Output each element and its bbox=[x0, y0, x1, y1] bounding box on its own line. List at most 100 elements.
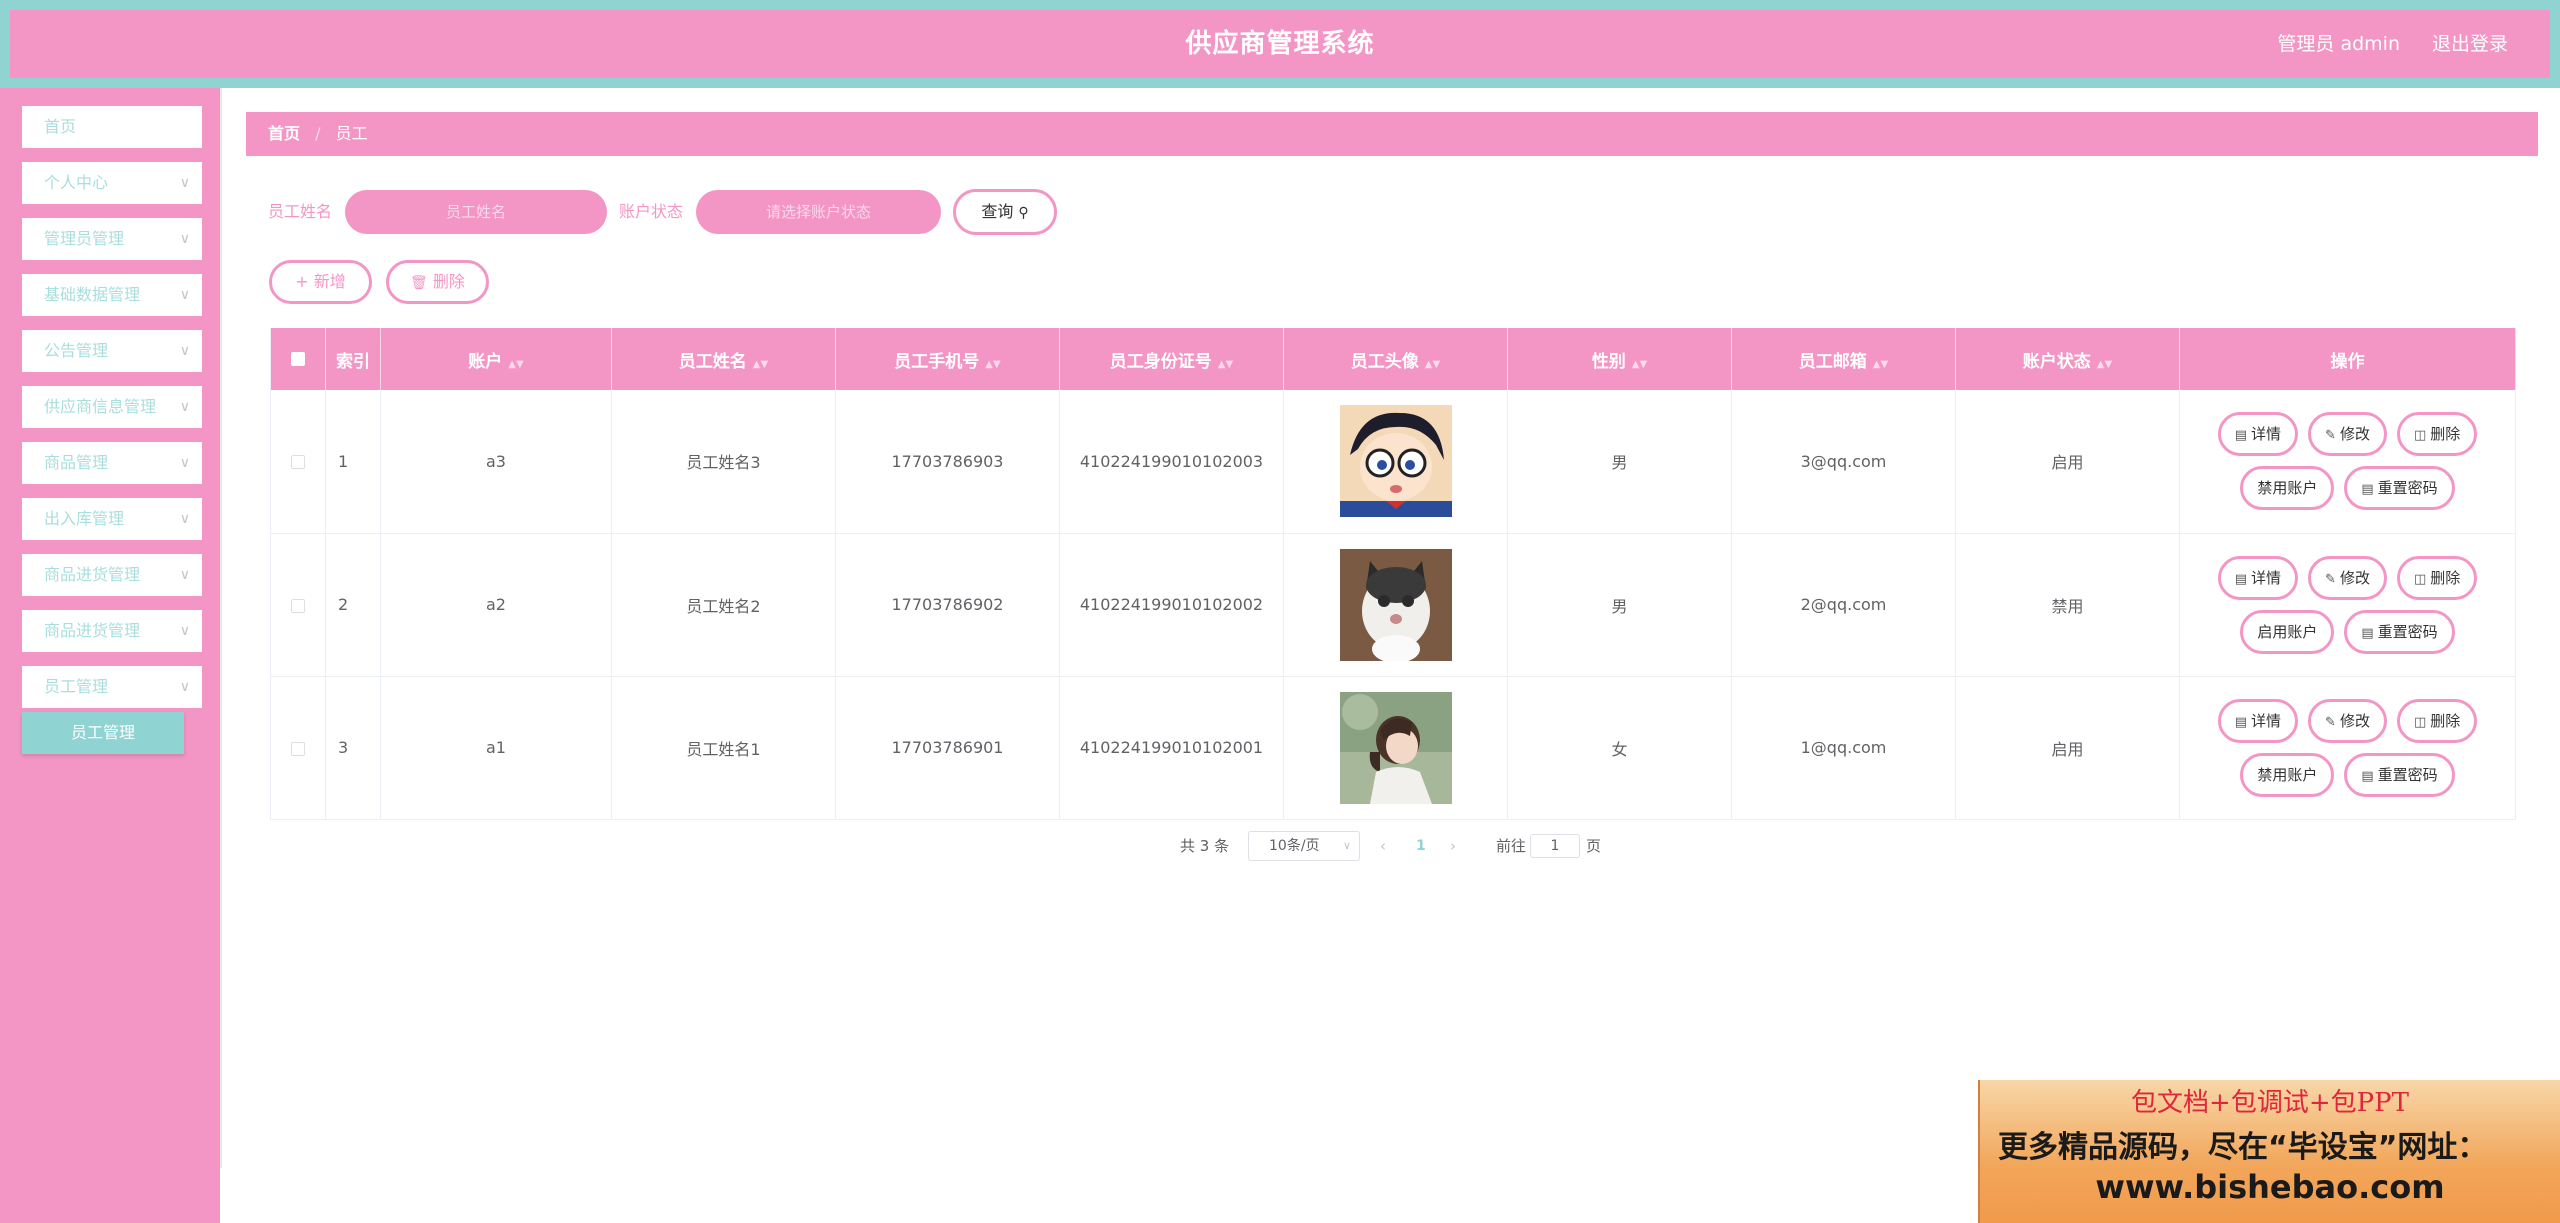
sort-icon[interactable]: ▲▼ bbox=[985, 359, 1000, 370]
banner-url[interactable]: www.bishebao.com bbox=[1980, 1168, 2560, 1206]
column-header[interactable]: 员工身份证号 ▲▼ bbox=[1059, 328, 1284, 390]
document-icon: ▤ bbox=[2361, 768, 2374, 784]
prev-page-button[interactable]: ‹ bbox=[1380, 830, 1386, 862]
sidebar-item[interactable]: 商品管理 ∨ bbox=[22, 442, 202, 484]
delete-button[interactable]: ◫ 删除 bbox=[2396, 412, 2478, 457]
sidebar-item[interactable]: 个人中心 ∨ bbox=[22, 162, 202, 204]
reset-password-button[interactable]: ▤ 重置密码 bbox=[2344, 609, 2455, 654]
table-header-row: 索引 账户 ▲▼ 员工姓名 ▲▼ 员工手机号 ▲▼ 员工身份证号 ▲▼ 员工头像 ▲▼ 性… bbox=[270, 328, 2516, 390]
cell-email: 2@qq.com bbox=[1731, 533, 1956, 677]
column-header[interactable]: 员工邮箱 ▲▼ bbox=[1731, 328, 1956, 390]
reset-password-button[interactable]: ▤ 重置密码 bbox=[2344, 466, 2455, 511]
sort-icon[interactable]: ▲▼ bbox=[1873, 359, 1888, 370]
search-icon: ⚲ bbox=[1018, 205, 1029, 221]
banner-line2: 更多精品源码，尽在“毕设宝”网址： bbox=[1998, 1130, 2488, 1165]
column-header[interactable]: 员工手机号 ▲▼ bbox=[835, 328, 1060, 390]
goto-page-input[interactable]: 1 bbox=[1530, 834, 1580, 858]
sidebar-item-label: 供应商信息管理 bbox=[44, 397, 157, 416]
sort-icon[interactable]: ▲▼ bbox=[753, 359, 768, 370]
toggle-account-button[interactable]: 禁用账户 bbox=[2240, 466, 2335, 511]
cell-operations: ▤ 详情 ✎ 修改 ◫ 删除启用账户 ▤ 重置密码 bbox=[2179, 533, 2516, 677]
sort-icon[interactable]: ▲▼ bbox=[1218, 359, 1233, 370]
page-number[interactable]: 1 bbox=[1416, 830, 1426, 862]
row-select-cell[interactable] bbox=[270, 390, 326, 534]
trash-icon: ◫ bbox=[2413, 571, 2427, 587]
edit-button-label: 修改 bbox=[2339, 568, 2370, 587]
detail-button[interactable]: ▤ 详情 bbox=[2217, 555, 2299, 600]
cell-avatar bbox=[1283, 390, 1508, 534]
edit-button[interactable]: ✎ 修改 bbox=[2308, 698, 2387, 743]
sidebar-item[interactable]: 基础数据管理 ∨ bbox=[22, 274, 202, 316]
row-checkbox[interactable] bbox=[291, 741, 305, 756]
sidebar-item[interactable]: 管理员管理 ∨ bbox=[22, 218, 202, 260]
name-search-input[interactable] bbox=[345, 190, 607, 234]
header: 供应商管理系统 管理员 admin 退出登录 bbox=[10, 10, 2550, 78]
row-checkbox[interactable] bbox=[291, 598, 305, 613]
avatar[interactable] bbox=[1339, 548, 1452, 661]
detail-button[interactable]: ▤ 详情 bbox=[2217, 698, 2299, 743]
chevron-down-icon: ∨ bbox=[179, 623, 190, 639]
delete-button-label: 删除 bbox=[2430, 425, 2461, 444]
sidebar-item-label: 出入库管理 bbox=[44, 509, 125, 528]
sort-icon[interactable]: ▲▼ bbox=[1632, 359, 1647, 370]
select-all-header[interactable] bbox=[270, 328, 326, 390]
column-header[interactable]: 员工姓名 ▲▼ bbox=[611, 328, 836, 390]
detail-button-label: 详情 bbox=[2251, 711, 2282, 730]
sidebar-item-label: 员工管理 bbox=[44, 677, 109, 696]
status-select[interactable]: 请选择账户状态 bbox=[696, 190, 941, 234]
submenu-item-employee[interactable]: 员工管理 bbox=[22, 712, 184, 754]
toggle-account-button[interactable]: 启用账户 bbox=[2240, 609, 2335, 654]
sidebar-item[interactable]: 公告管理 ∨ bbox=[22, 330, 202, 372]
avatar[interactable] bbox=[1339, 691, 1452, 804]
cell-gender: 女 bbox=[1507, 676, 1732, 820]
sort-icon[interactable]: ▲▼ bbox=[2097, 359, 2112, 370]
delete-button[interactable]: ◫ 删除 bbox=[2396, 555, 2478, 600]
sidebar-item[interactable]: 商品进货管理 ∨ bbox=[22, 610, 202, 652]
chevron-down-icon: ∨ bbox=[179, 455, 190, 471]
employee-table: 索引 账户 ▲▼ 员工姓名 ▲▼ 员工手机号 ▲▼ 员工身份证号 ▲▼ 员工头像 ▲▼ 性… bbox=[270, 328, 2516, 820]
row-checkbox[interactable] bbox=[291, 455, 305, 470]
page-size-value: 10条/页 bbox=[1269, 838, 1320, 854]
sidebar-item[interactable]: 商品进货管理 ∨ bbox=[22, 554, 202, 596]
row-select-cell[interactable] bbox=[270, 676, 326, 820]
sidebar-item[interactable]: 出入库管理 ∨ bbox=[22, 498, 202, 540]
avatar[interactable] bbox=[1339, 405, 1452, 518]
edit-button[interactable]: ✎ 修改 bbox=[2308, 412, 2387, 457]
document-icon: ▤ bbox=[2234, 428, 2248, 444]
sidebar-item-label: 商品管理 bbox=[44, 453, 109, 472]
row-select-cell[interactable] bbox=[270, 533, 326, 677]
cell-email: 1@qq.com bbox=[1731, 676, 1956, 820]
ad-banner[interactable]: 包文档+包调试+包PPT 更多精品源码，尽在“毕设宝”网址： www.bishe… bbox=[1978, 1080, 2560, 1223]
edit-button[interactable]: ✎ 修改 bbox=[2308, 555, 2387, 600]
cell-phone: 17703786902 bbox=[835, 533, 1060, 677]
detail-button[interactable]: ▤ 详情 bbox=[2217, 412, 2299, 457]
sort-icon[interactable]: ▲▼ bbox=[1425, 359, 1440, 370]
breadcrumb-home[interactable]: 首页 bbox=[268, 124, 300, 143]
query-button[interactable]: 查询 ⚲ bbox=[953, 189, 1057, 235]
column-header[interactable]: 账户 ▲▼ bbox=[380, 328, 612, 390]
delete-button[interactable]: ◫ 删除 bbox=[2396, 698, 2478, 743]
query-button-label: 查询 bbox=[981, 202, 1014, 221]
select-all-checkbox[interactable] bbox=[291, 352, 305, 366]
column-header[interactable]: 员工头像 ▲▼ bbox=[1283, 328, 1508, 390]
page-size-select[interactable]: 10条/页 ∨ bbox=[1248, 831, 1360, 861]
edit-button-label: 修改 bbox=[2339, 425, 2370, 444]
cell-email: 3@qq.com bbox=[1731, 390, 1956, 534]
document-icon: ▤ bbox=[2361, 482, 2374, 498]
column-header[interactable]: 性别 ▲▼ bbox=[1507, 328, 1732, 390]
add-button[interactable]: + 新增 bbox=[269, 260, 372, 304]
chevron-down-icon: ∨ bbox=[179, 175, 190, 191]
name-search-label: 员工姓名 bbox=[268, 202, 333, 221]
batch-delete-button[interactable]: 🗑 删除 bbox=[386, 260, 489, 304]
next-page-button[interactable]: › bbox=[1450, 830, 1456, 862]
add-button-label: 新增 bbox=[313, 272, 346, 291]
sidebar-item[interactable]: 供应商信息管理 ∨ bbox=[22, 386, 202, 428]
chevron-down-icon: ∨ bbox=[1342, 839, 1351, 852]
toggle-account-button[interactable]: 禁用账户 bbox=[2240, 752, 2335, 797]
sidebar-item[interactable]: 员工管理 ∨ bbox=[22, 666, 202, 708]
column-header[interactable]: 账户状态 ▲▼ bbox=[1955, 328, 2180, 390]
logout-link[interactable]: 退出登录 bbox=[2432, 10, 2508, 78]
sidebar-item[interactable]: 首页 bbox=[22, 106, 202, 148]
reset-password-button[interactable]: ▤ 重置密码 bbox=[2344, 752, 2455, 797]
sort-icon[interactable]: ▲▼ bbox=[508, 359, 523, 370]
